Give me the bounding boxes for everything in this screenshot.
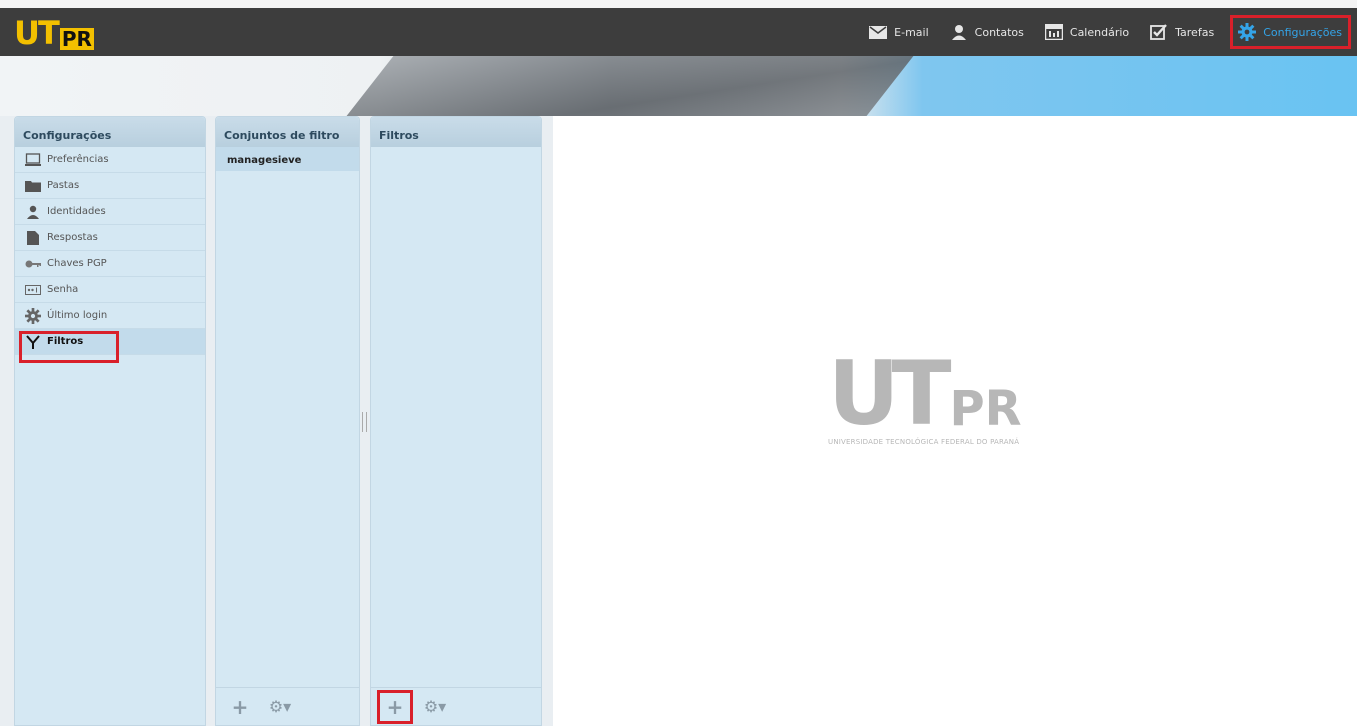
settings-item-pgp-keys[interactable]: Chaves PGP xyxy=(15,251,205,277)
filters-panel-title: Filtros xyxy=(371,117,541,147)
gear-icon xyxy=(25,307,41,324)
settings-panel-title: Configurações xyxy=(15,117,205,147)
filter-set-item[interactable]: managesieve xyxy=(216,147,359,171)
key-icon xyxy=(25,257,41,271)
settings-item-identities[interactable]: Identidades xyxy=(15,199,205,225)
logo-mark-t: T xyxy=(37,14,60,52)
document-icon xyxy=(25,230,41,245)
panel-splitter[interactable] xyxy=(362,412,367,432)
settings-panel: Configurações Preferências Pastas Identi… xyxy=(14,116,206,726)
filter-sets-footer: + ⚙▾ xyxy=(216,687,359,725)
nav-tasks[interactable]: Tarefas xyxy=(1149,17,1214,47)
filters-footer: + ⚙▾ xyxy=(371,687,541,725)
person-icon xyxy=(949,23,969,41)
settings-item-responses[interactable]: Respostas xyxy=(15,225,205,251)
nav-tasks-label: Tarefas xyxy=(1175,25,1215,39)
gear-icon xyxy=(1237,23,1257,41)
logo-mark-pr: PR xyxy=(59,27,94,51)
checkbox-icon xyxy=(1149,23,1169,41)
nav-calendar[interactable]: Calendário xyxy=(1044,17,1129,47)
content-area: UT PR UNIVERSIDADE TECNOLÓGICA FEDERAL D… xyxy=(553,116,1357,726)
header-banner xyxy=(0,56,1357,116)
settings-item-last-login[interactable]: Último login xyxy=(15,303,205,329)
filter-sets-panel-title: Conjuntos de filtro xyxy=(216,117,359,147)
settings-item-preferences[interactable]: Preferências xyxy=(15,147,205,173)
add-filter-set-button[interactable]: + xyxy=(222,690,258,724)
settings-item-label: Senha xyxy=(47,284,79,295)
add-filter-button[interactable]: + xyxy=(377,689,413,724)
settings-item-label: Chaves PGP xyxy=(47,258,107,269)
filters-panel: Filtros + ⚙▾ xyxy=(370,116,542,726)
highlight-box xyxy=(19,331,119,363)
watermark-logo-mark: UT xyxy=(828,342,952,445)
settings-item-folders[interactable]: Pastas xyxy=(15,173,205,199)
logo-mark-u: U xyxy=(14,14,40,52)
watermark-logo: UT PR UNIVERSIDADE TECNOLÓGICA FEDERAL D… xyxy=(828,342,1098,447)
monitor-icon xyxy=(25,153,41,167)
app-logo[interactable]: U T PR xyxy=(14,14,94,50)
settings-item-label: Pastas xyxy=(47,180,80,191)
filter-set-actions-button[interactable]: ⚙▾ xyxy=(258,690,302,724)
banner-decoration xyxy=(323,56,937,116)
person-icon xyxy=(25,205,41,219)
settings-item-label: Identidades xyxy=(47,206,106,217)
folder-icon xyxy=(25,179,41,193)
nav-email[interactable]: E-mail xyxy=(868,17,929,47)
nav-settings-label: Configurações xyxy=(1263,25,1342,39)
nav-contacts[interactable]: Contatos xyxy=(949,17,1024,47)
calendar-icon xyxy=(1044,23,1064,41)
nav-settings[interactable]: Configurações xyxy=(1230,15,1351,49)
settings-item-filters[interactable]: Filtros xyxy=(15,329,205,363)
watermark-logo-subtitle: UNIVERSIDADE TECNOLÓGICA FEDERAL DO PARA… xyxy=(828,438,1020,446)
password-icon xyxy=(25,283,41,297)
top-navigation: E-mail Contatos Calendário Tarefas Confi… xyxy=(848,8,1351,56)
settings-menu: Preferências Pastas Identidades Resposta… xyxy=(15,147,205,363)
mail-icon xyxy=(868,23,888,41)
filter-actions-button[interactable]: ⚙▾ xyxy=(413,690,457,724)
nav-email-label: E-mail xyxy=(894,25,929,39)
nav-calendar-label: Calendário xyxy=(1069,25,1130,39)
settings-item-password[interactable]: Senha xyxy=(15,277,205,303)
settings-item-label: Preferências xyxy=(47,154,109,165)
settings-item-label: Respostas xyxy=(47,232,98,243)
watermark-logo-pr: PR xyxy=(949,381,1022,437)
settings-item-label: Último login xyxy=(47,310,108,321)
filter-sets-panel: Conjuntos de filtro managesieve + ⚙▾ xyxy=(215,116,360,726)
top-bar: U T PR E-mail Contatos Calendário Tarefa… xyxy=(0,0,1357,56)
nav-contacts-label: Contatos xyxy=(974,25,1024,39)
